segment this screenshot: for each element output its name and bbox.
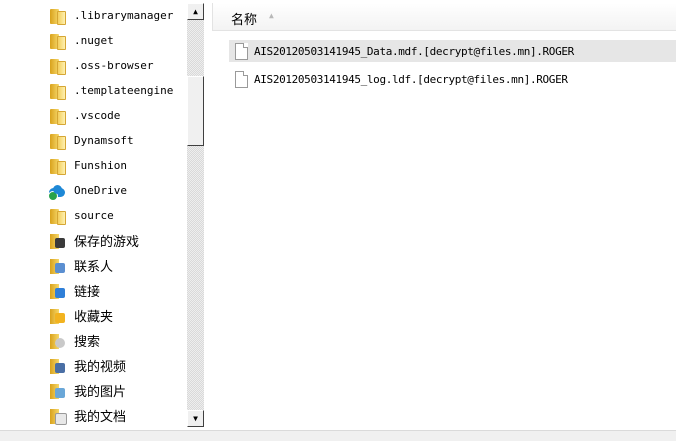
saved-games-icon [48,232,66,250]
tree-item-librarymanager[interactable]: .librarymanager [0,3,187,28]
file-name: AIS20120503141945_Data.mdf.[decrypt@file… [254,44,574,58]
scroll-up-button[interactable]: ▲ [187,3,204,20]
tree-item-label: 保存的游戏 [74,235,140,250]
file-icon [235,70,248,88]
tree-item-onedrive[interactable]: OneDrive [0,178,187,203]
sort-ascending-icon: ▲ [269,11,274,20]
tree-item-templateengine[interactable]: .templateengine [0,78,187,103]
tree-item-label: 我的文档 [74,410,127,425]
tree-item-saved-games[interactable]: 保存的游戏 [0,228,187,253]
column-header-label: 名称 [231,13,258,28]
tree-item-label: 我的视频 [74,360,127,375]
searches-icon [48,332,66,350]
tree-item-label: .librarymanager [74,9,174,22]
my-documents-icon [48,407,67,425]
tree-item-my-documents[interactable]: 我的文档 [0,403,187,428]
tree-item-label: Dynamsoft [74,134,134,147]
tree-item-label: .oss-browser [74,59,154,72]
contacts-icon [48,257,66,275]
file-row[interactable]: AIS20120503141945_Data.mdf.[decrypt@file… [229,40,676,62]
scroll-down-button[interactable]: ▼ [187,410,204,427]
my-pictures-icon [48,382,66,400]
tree-item-label: .templateengine [74,84,174,97]
onedrive-cloud-icon [48,182,66,201]
tree-item-favorites[interactable]: 收藏夹 [0,303,187,328]
links-icon [48,282,66,300]
folder-icon [48,207,66,225]
name-column-header[interactable]: 名称 ▲ [212,3,676,31]
tree-vertical-scrollbar[interactable]: ▲ ▼ [187,3,204,427]
folder-icon [48,32,66,50]
tree-item-label: 搜索 [74,335,101,350]
file-row[interactable]: AIS20120503141945_log.ldf.[decrypt@files… [229,68,676,90]
my-videos-icon [48,357,66,375]
navigation-tree: .librarymanager .nuget .oss-browser .tem… [0,0,212,430]
tree-item-label: .vscode [74,109,121,122]
tree-item-source[interactable]: source [0,203,187,228]
file-icon [235,42,248,60]
tree-item-funshion[interactable]: Funshion [0,153,187,178]
tree-item-nuget[interactable]: .nuget [0,28,187,53]
tree-item-dynamsoft[interactable]: Dynamsoft [0,128,187,153]
pane-splitter[interactable] [204,0,212,430]
file-list-pane: 名称 ▲ AIS20120503141945_Data.mdf.[decrypt… [212,0,676,430]
tree-item-label: source [74,209,114,222]
bottom-strip [0,430,676,441]
tree-item-label: 链接 [74,285,101,300]
folder-icon [48,107,66,125]
tree-item-label: 联系人 [74,260,114,275]
folder-icon [48,82,66,100]
tree-item-links[interactable]: 链接 [0,278,187,303]
file-name: AIS20120503141945_log.ldf.[decrypt@files… [254,72,568,86]
tree-item-label: Funshion [74,159,127,172]
tree-item-label: 收藏夹 [74,310,114,325]
tree-item-contacts[interactable]: 联系人 [0,253,187,278]
tree-item-label: OneDrive [74,184,127,197]
tree-item-my-videos[interactable]: 我的视频 [0,353,187,378]
scrollbar-thumb[interactable] [187,76,204,146]
tree-item-oss-browser[interactable]: .oss-browser [0,53,187,78]
folder-icon [48,7,66,25]
folder-icon [48,57,66,75]
folder-icon [48,132,66,150]
favorites-icon [48,307,66,325]
folder-icon [48,157,66,175]
tree-item-label: 我的图片 [74,385,127,400]
tree-item-searches[interactable]: 搜索 [0,328,187,353]
tree-item-my-pictures[interactable]: 我的图片 [0,378,187,403]
tree-list: .librarymanager .nuget .oss-browser .tem… [0,3,187,428]
tree-item-label: .nuget [74,34,114,47]
tree-item-vscode[interactable]: .vscode [0,103,187,128]
